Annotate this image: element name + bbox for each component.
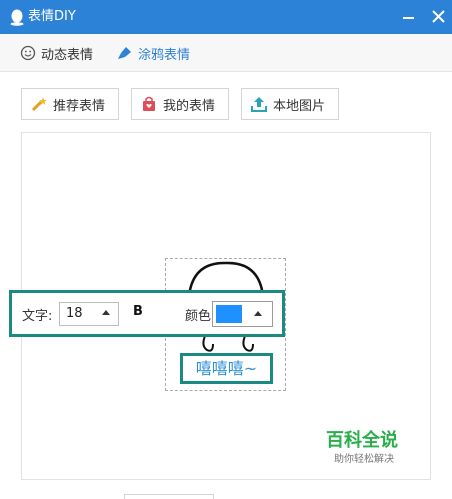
smiley-icon bbox=[20, 45, 36, 61]
my-emoji-button[interactable]: 我的表情 bbox=[131, 88, 229, 120]
penguin-icon bbox=[10, 9, 24, 26]
canvas-text[interactable]: 嘻嘻嘻~ bbox=[183, 356, 270, 381]
recommend-emoji-button[interactable]: 推荐表情 bbox=[21, 88, 119, 120]
button-label: 推荐表情 bbox=[53, 98, 106, 114]
watermark-title: 百科全说 bbox=[326, 430, 398, 451]
color-label: 颜色: bbox=[185, 309, 216, 324]
chevron-up-icon[interactable] bbox=[102, 310, 110, 315]
magic-wand-icon bbox=[31, 97, 47, 112]
tab-dynamic-emoji[interactable]: 动态表情 bbox=[20, 43, 93, 63]
canvas-text-box[interactable]: 嘻嘻嘻~ bbox=[180, 353, 273, 384]
bold-button[interactable]: B bbox=[133, 304, 143, 319]
font-size-stepper[interactable]: 18 bbox=[59, 302, 119, 326]
window-title: 表情DIY bbox=[28, 9, 76, 24]
local-image-button[interactable]: 本地图片 bbox=[241, 88, 339, 120]
bottom-bar bbox=[0, 490, 452, 499]
bottom-button-stub[interactable] bbox=[124, 494, 214, 499]
color-picker[interactable] bbox=[212, 301, 273, 327]
upload-icon bbox=[251, 97, 267, 112]
chevron-up-icon[interactable] bbox=[254, 311, 262, 316]
text-format-toolbar: 文字: 18 B 颜色: bbox=[9, 290, 285, 337]
brush-icon bbox=[118, 47, 131, 59]
close-icon[interactable] bbox=[428, 6, 450, 28]
emoji-tabs: 动态表情 涂鸦表情 bbox=[0, 34, 452, 72]
title-bar: 表情DIY bbox=[0, 0, 452, 34]
button-label: 我的表情 bbox=[163, 98, 216, 114]
button-label: 本地图片 bbox=[273, 98, 326, 114]
tab-graffiti-emoji[interactable]: 涂鸦表情 bbox=[117, 43, 190, 63]
font-size-value: 18 bbox=[66, 306, 83, 321]
text-label: 文字: bbox=[22, 309, 53, 324]
color-swatch bbox=[216, 305, 242, 323]
minimize-icon[interactable] bbox=[398, 6, 420, 28]
tab-label: 动态表情 bbox=[41, 47, 94, 63]
watermark-subtitle: 助你轻松解决 bbox=[334, 454, 394, 465]
tab-label: 涂鸦表情 bbox=[138, 47, 191, 63]
watermark-logo: 百科全说 助你轻松解决 bbox=[326, 430, 422, 472]
bag-icon bbox=[143, 96, 155, 111]
